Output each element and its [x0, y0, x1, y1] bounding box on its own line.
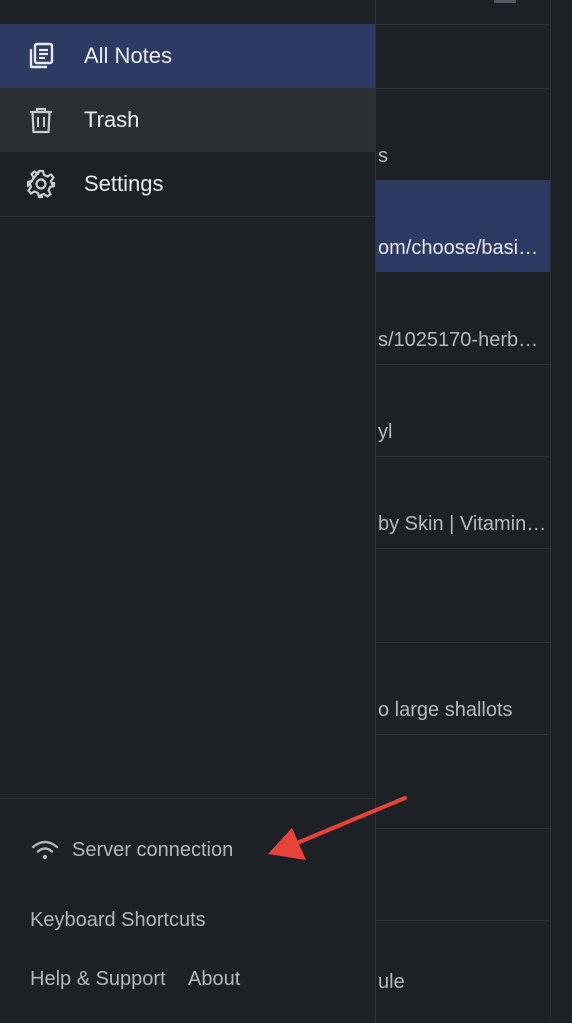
note-list-item[interactable]: o large shallots: [376, 642, 550, 735]
note-excerpt: by Skin | Vitamin…: [378, 513, 547, 535]
sidebar-item-trash[interactable]: Trash: [0, 88, 375, 152]
note-list-item[interactable]: yl: [376, 364, 550, 457]
note-list-item[interactable]: by Skin | Vitamin…: [376, 456, 550, 549]
sidebar-item-label: All Notes: [84, 43, 173, 68]
sidebar-item-label: Settings: [84, 171, 164, 196]
notes-stack-icon: [29, 42, 54, 69]
menu-icon[interactable]: [494, 0, 516, 3]
about-link[interactable]: About: [188, 968, 240, 991]
note-list-item[interactable]: s/1025170-herb…: [376, 272, 550, 365]
server-connection-label: Server connection: [72, 838, 234, 861]
help-support-link[interactable]: Help & Support: [30, 968, 166, 991]
note-list-item[interactable]: s: [376, 88, 550, 181]
sidebar-item-label: Trash: [84, 107, 140, 132]
wifi-icon: [31, 840, 59, 860]
note-list-item[interactable]: ule: [376, 920, 550, 1012]
server-connection-status[interactable]: Server connection: [30, 838, 233, 862]
sidebar-item-settings[interactable]: Settings: [0, 152, 375, 216]
note-list-header: [376, 0, 550, 25]
divider: [0, 216, 375, 217]
note-excerpt: yl: [378, 421, 393, 443]
note-list-item-selected[interactable]: om/choose/basi…: [376, 180, 550, 272]
annotation-arrow: [268, 796, 407, 860]
trash-icon: [30, 107, 52, 134]
note-list-item[interactable]: [376, 548, 550, 643]
note-excerpt: o large shallots: [378, 699, 513, 721]
keyboard-shortcuts-link[interactable]: Keyboard Shortcuts: [30, 909, 206, 932]
note-list-item[interactable]: [376, 24, 550, 89]
note-excerpt: om/choose/basi…: [378, 237, 539, 259]
gear-icon: [26, 169, 56, 199]
note-list-scrollbar[interactable]: [550, 0, 551, 1023]
sidebar-item-all-notes[interactable]: All Notes: [0, 24, 375, 88]
note-excerpt: s: [378, 145, 388, 167]
note-excerpt: ule: [378, 971, 405, 993]
note-excerpt: s/1025170-herb…: [378, 329, 539, 351]
